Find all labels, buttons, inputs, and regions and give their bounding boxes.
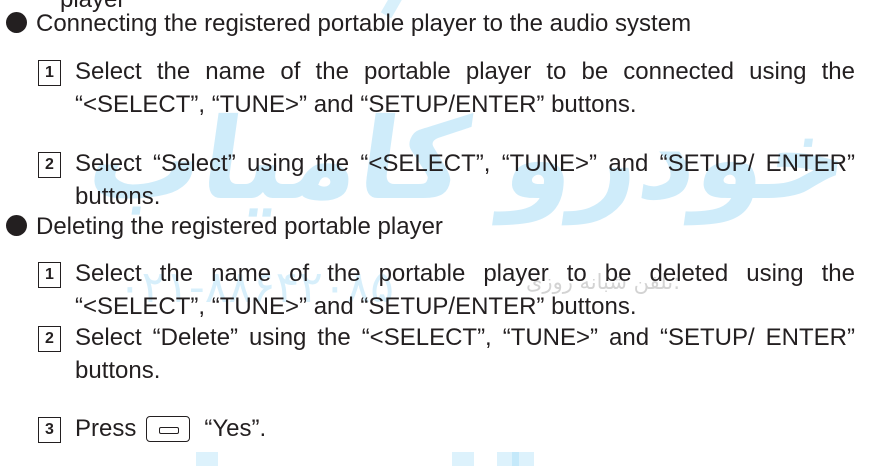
step-number-badge: 2 — [38, 326, 61, 352]
section-heading-delete: Deleting the registered portable player — [6, 212, 443, 242]
section-heading-connect: Connecting the registered portable playe… — [6, 9, 691, 39]
section-title: Connecting the registered portable playe… — [36, 10, 692, 37]
setup-enter-key-icon — [146, 416, 191, 442]
answer-label: “Yes”. — [204, 415, 267, 442]
step-number-badge: 2 — [38, 152, 61, 178]
step-text: Select “Delete” using the “<SELECT”, “TU… — [75, 324, 855, 384]
step-number-badge: 1 — [38, 262, 61, 288]
watermark-fragment-bottom — [497, 452, 519, 466]
step-number-badge: 1 — [38, 60, 61, 86]
watermark-fragment-bottom — [512, 452, 534, 466]
section-title: Deleting the registered portable player — [36, 213, 443, 240]
step-text: Select the name of the portable player t… — [75, 260, 855, 320]
bullet-icon — [6, 215, 27, 236]
watermark-fragment-bottom — [452, 452, 474, 466]
step-text: Press “Yes”. — [75, 412, 266, 445]
bullet-icon — [6, 12, 27, 33]
press-label: Press — [75, 415, 137, 442]
watermark-fragment-bottom — [196, 452, 218, 466]
manual-page: امداد خودرو کامیاب ۰۲۱-۸۸۶۴۲۰۸۵ تلفن شبا… — [0, 0, 874, 466]
step-text: Select the name of the portable player t… — [75, 58, 855, 118]
step-number-badge: 3 — [38, 417, 61, 443]
key-bar-icon — [159, 427, 180, 434]
step-text: Select “Select” using the “<SELECT”, “TU… — [75, 150, 855, 210]
